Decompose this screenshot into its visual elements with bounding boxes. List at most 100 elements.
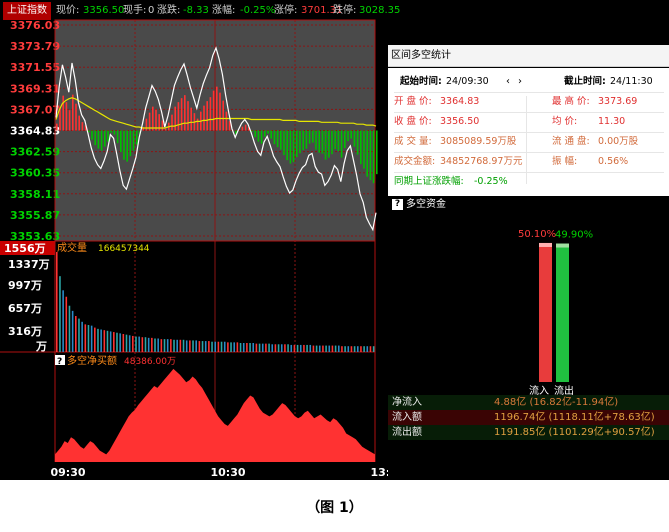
volume-bar [369, 346, 372, 352]
up-tick-bar [219, 92, 221, 131]
volume-bar [306, 344, 308, 352]
down-tick-bar [347, 130, 349, 142]
up-tick-bar [78, 115, 80, 131]
down-tick-bar [254, 130, 256, 138]
same-period-value: -0.25% [474, 176, 508, 187]
volume-bar [214, 341, 216, 352]
volume-bar [122, 334, 125, 352]
outflow-amount-label: 流出额 [392, 427, 422, 438]
volume-bar [284, 344, 286, 352]
up-tick-bar [164, 128, 167, 131]
volume-bar [211, 341, 213, 352]
volume-bar [268, 343, 270, 352]
index-name-tab[interactable]: 上证指数 [3, 2, 51, 20]
volume-bar [255, 343, 258, 352]
up-tick-bar [190, 107, 192, 131]
volume-bar [59, 276, 61, 352]
limit-up-label: 涨停: [274, 5, 298, 16]
volume-bar [287, 344, 289, 352]
change-value: -8.33 [183, 5, 209, 16]
down-tick-bar [251, 130, 253, 132]
down-tick-bar [356, 130, 359, 155]
down-tick-bar [264, 130, 266, 137]
fund-title: 多空资金 [406, 199, 446, 210]
up-tick-bar [155, 109, 157, 131]
volume-bar [296, 344, 299, 352]
price-label: 现价: [56, 5, 80, 16]
volume-bar [189, 340, 191, 352]
volume-label: 成 交 量: [394, 136, 432, 147]
up-tick-bar [177, 102, 180, 131]
pct-value: -0.25% [240, 5, 276, 16]
end-time-label: 截止时间: [564, 76, 606, 87]
fund-bar-chart: 50.10%49.90%流入 流出 [518, 229, 593, 397]
volume-bar [208, 341, 210, 352]
limit-down-value: 3028.35 [359, 5, 401, 16]
next-arrow-icon[interactable]: › [518, 72, 522, 92]
volume-bar [106, 330, 109, 352]
down-tick-bar [113, 130, 116, 135]
volume-bar [322, 345, 324, 352]
volume-bar [144, 337, 147, 352]
down-tick-bar [286, 130, 288, 161]
prev-arrow-icon[interactable]: ‹ [506, 72, 510, 92]
volume-axis-label: 万 [35, 340, 47, 353]
net-panel-value: 48386.00万 [124, 357, 176, 367]
up-tick-bar [180, 98, 183, 131]
up-tick-bar [65, 102, 68, 131]
volume-bar [154, 338, 156, 352]
price-axis-label: 3358.11 [10, 188, 60, 201]
down-tick-bar [366, 130, 368, 177]
down-tick-bar [104, 130, 106, 147]
volume-bar [100, 329, 102, 352]
outflow-pct-label: 49.90% [555, 230, 593, 241]
price-axis-label: 3367.07 [10, 103, 60, 116]
volume-bar [71, 310, 74, 352]
dialog-title[interactable]: 区间多空统计 [388, 45, 669, 67]
volume-bar [195, 340, 197, 352]
same-period-row: 同期上证涨跌幅: -0.25% [394, 172, 664, 192]
down-tick-bar [110, 130, 112, 133]
volume-bar [353, 346, 356, 352]
inflow-amount-label: 流入额 [392, 412, 422, 423]
down-tick-bar [129, 130, 132, 157]
up-tick-bar [68, 110, 71, 131]
interval-stats-dialog[interactable]: 区间多空统计 起始时间: 24/09:30 ‹ › 截止时间: 24/11:30… [388, 45, 669, 480]
time-range-row: 起始时间: 24/09:30 ‹ › 截止时间: 24/11:30 [394, 72, 664, 93]
up-tick-bar [184, 95, 186, 131]
volume-bar [258, 343, 261, 352]
volume-bar [350, 346, 353, 352]
down-tick-bar [334, 130, 336, 150]
volume-bar [230, 342, 232, 352]
down-tick-bar [123, 130, 125, 160]
down-tick-bar [321, 130, 324, 154]
inflow-amount-value: 1196.74亿 (1118.11亿+78.63亿) [494, 412, 655, 423]
help-icon[interactable]: ? [392, 198, 403, 210]
volume-bar [84, 324, 87, 352]
down-tick-bar [296, 130, 298, 158]
volume-bar [271, 344, 274, 352]
intraday-chart-window: 3376.03 3373.79 3371.55 3369.31 3367.07 3364.… [0, 0, 669, 480]
end-time-value: 24/11:30 [610, 76, 653, 87]
up-tick-bar [225, 111, 228, 131]
volume-bar [366, 346, 369, 352]
volume-bar [309, 344, 312, 352]
down-tick-bar [312, 130, 314, 143]
price-axis-label: 3364.83 [10, 125, 60, 138]
down-tick-bar [120, 130, 122, 153]
volume-bar [78, 318, 80, 352]
up-tick-bar [206, 101, 208, 131]
volume-value: 3085089.59万股 [440, 136, 517, 147]
volume-bar [265, 343, 267, 352]
down-tick-bar [88, 130, 90, 133]
volume-bar [192, 340, 194, 352]
volume-bar [128, 335, 131, 352]
up-tick-bar [212, 90, 215, 131]
volume-bar [185, 340, 188, 352]
volume-bar [119, 333, 121, 352]
change-label: 涨跌: [157, 5, 181, 16]
volume-bar [125, 334, 128, 352]
down-tick-bar [276, 130, 279, 148]
close-value: 3356.50 [440, 116, 480, 127]
interval-stats-table: 起始时间: 24/09:30 ‹ › 截止时间: 24/11:30 开 盘 价:… [388, 68, 669, 196]
